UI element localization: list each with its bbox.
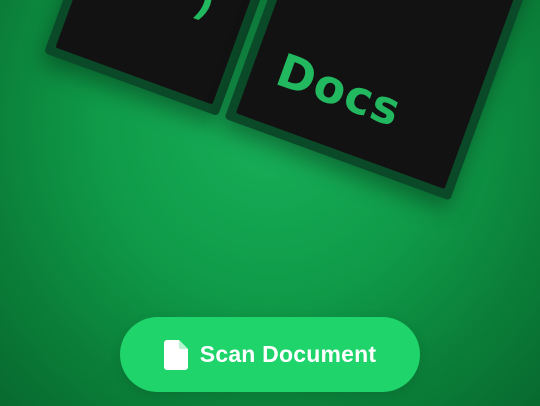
hero-illustration: ) Docs: [0, 0, 540, 260]
docs-tile: Docs: [224, 0, 534, 201]
scan-document-label: Scan Document: [199, 341, 377, 367]
document-icon: [163, 339, 188, 370]
left-tile-label: ): [188, 0, 223, 28]
tile-group: ) Docs: [39, 0, 540, 217]
docs-tile-label: Docs: [269, 42, 409, 138]
scan-document-button[interactable]: Scan Document: [120, 317, 420, 392]
